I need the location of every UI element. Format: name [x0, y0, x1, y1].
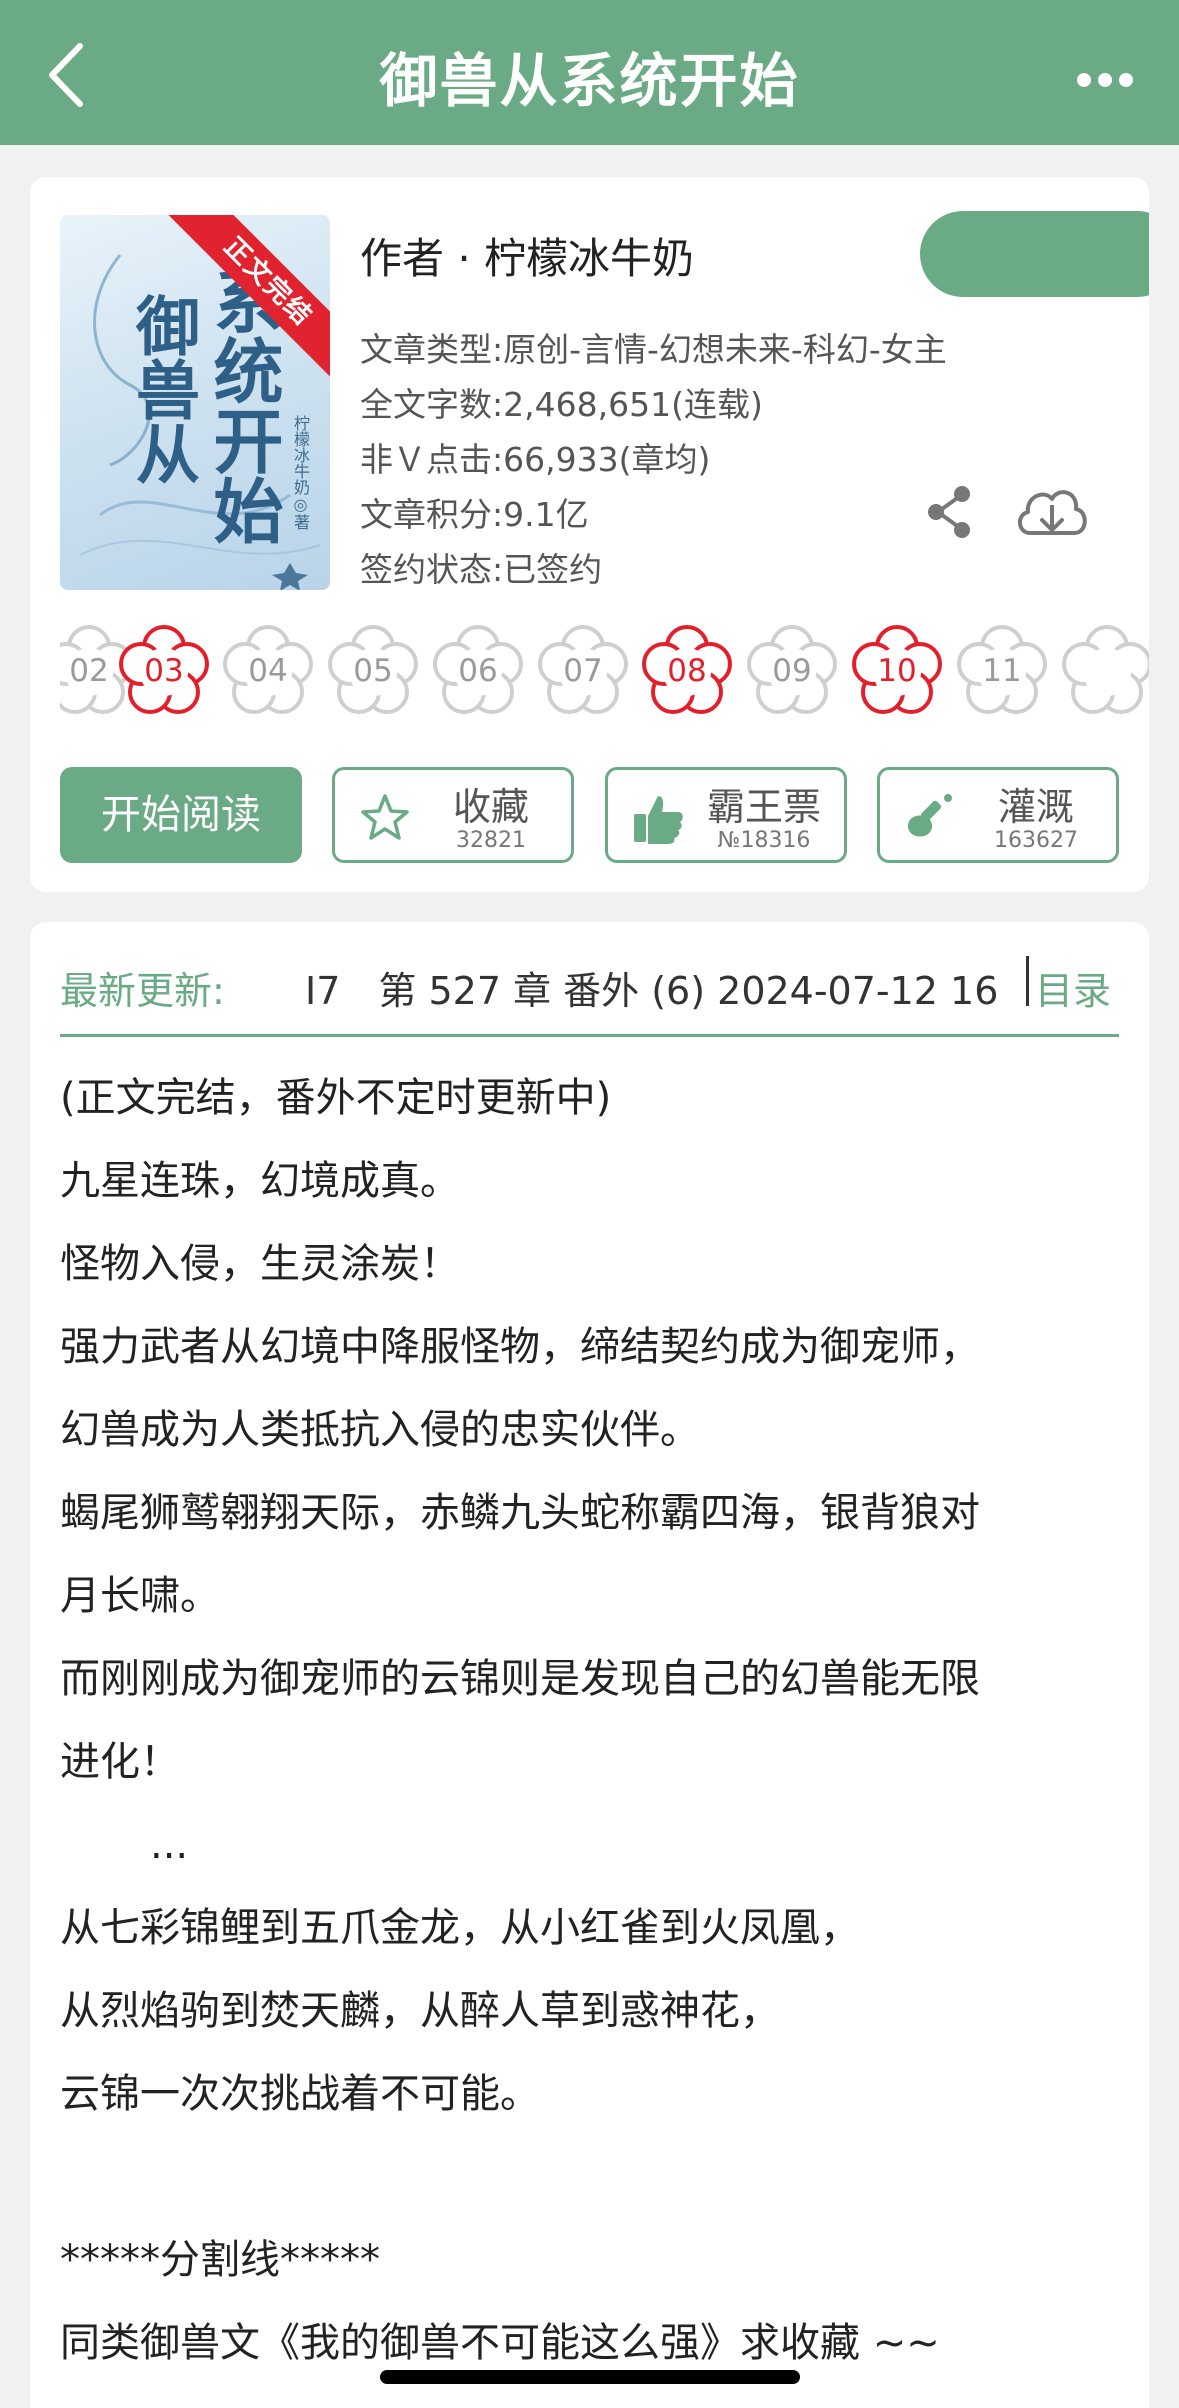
water-count: 163627: [994, 828, 1078, 853]
flower-badge: 10: [848, 622, 946, 720]
book-description: (正文完结，番外不定时更新中) 九星连珠，幻境成真。 怪物入侵，生灵涂炭！ 强力…: [60, 1057, 1140, 2385]
cloud-download-icon[interactable]: [1012, 477, 1090, 547]
flower-label: 06: [458, 653, 498, 689]
description-line: (正文完结，番外不定时更新中): [60, 1075, 612, 1121]
flower-badge: 05: [324, 622, 422, 720]
book-type: 文章类型:原创-言情-幻想未来-科幻-女主: [360, 330, 947, 369]
description-line: 怪物入侵，生灵涂炭！: [60, 1241, 460, 1287]
thumbs-up-icon: [634, 796, 683, 844]
book-description-card: 最新更新: I7 第 527 章 番外 (6) 2024-07-12 16 目录…: [30, 922, 1149, 2408]
flower-badge: 04: [219, 622, 317, 720]
flower-badge: 09: [743, 622, 841, 720]
flower-label: 11: [982, 653, 1022, 689]
description-line: 强力武者从幻境中降服怪物，缔结契约成为御宠师，: [60, 1324, 980, 1370]
ticket-button[interactable]: 霸王票 №18316: [605, 767, 847, 863]
description-line: 从七彩锦鲤到五爪金龙，从小红雀到火凤凰，: [60, 1905, 860, 1951]
star-icon: [361, 794, 409, 840]
description-line: [60, 2136, 1140, 2219]
description-line: 月长啸。: [60, 1573, 220, 1619]
start-reading-button[interactable]: 开始阅读: [60, 767, 302, 863]
flower-label: 07: [563, 653, 603, 689]
flower-badge: 03: [115, 622, 213, 720]
book-cover[interactable]: 御兽从 系统开始 柠檬冰牛奶◎著 正文完结: [60, 215, 330, 590]
favorite-button[interactable]: 收藏 32821: [332, 767, 574, 863]
water-label: 灌溉: [997, 785, 1074, 829]
flower-label: 10: [877, 653, 917, 689]
latest-chapter[interactable]: I7 第 527 章 番外 (6) 2024-07-12 16: [305, 960, 1010, 1015]
latest-update-bar[interactable]: 最新更新: I7 第 527 章 番外 (6) 2024-07-12 16 目录: [60, 952, 1119, 1013]
divider-bar: [1026, 956, 1029, 1006]
author-name[interactable]: 作者 · 柠檬冰牛奶: [360, 225, 694, 286]
cover-author: 柠檬冰牛奶◎著: [291, 415, 310, 530]
flower-badge: [1058, 622, 1149, 720]
ticket-count: №18316: [717, 828, 811, 853]
toc-link[interactable]: 目录: [1035, 960, 1111, 1015]
sign-status: 签约状态:已签约: [360, 550, 603, 589]
flower-label: 04: [248, 653, 288, 689]
description-line: 幻兽成为人类抵抗入侵的忠实伙伴。: [60, 1407, 700, 1453]
book-info-card: 御兽从 系统开始 柠檬冰牛奶◎著 正文完结 作者 · 柠檬冰牛奶 文章类型:原创…: [30, 177, 1149, 892]
latest-update-label: 最新更新:: [60, 969, 225, 1013]
flower-label: 05: [353, 653, 393, 689]
page-title: 御兽从系统开始: [379, 47, 800, 115]
watering-bottle-icon: [908, 794, 952, 837]
description-line: *****分割线*****: [60, 2237, 380, 2283]
water-button[interactable]: 灌溉 163627: [877, 767, 1119, 863]
flower-badge: 06: [429, 622, 527, 720]
flower-label: 08: [667, 653, 707, 689]
description-line: 九星连珠，幻境成真。: [60, 1158, 460, 1204]
description-line: 而刚刚成为御宠师的云锦则是发现自己的幻兽能无限: [60, 1656, 980, 1702]
click-count: 非Ｖ点击:66,933(章均): [360, 440, 711, 479]
book-score: 文章积分:9.1亿: [360, 495, 589, 534]
flower-badge: 07: [534, 622, 632, 720]
description-line: 蝎尾狮鹫翱翔天际，赤鳞九头蛇称霸四海，银背狼对: [60, 1490, 980, 1536]
share-icon[interactable]: [920, 482, 980, 542]
flower-badge: 08: [638, 622, 736, 720]
section-divider: [60, 1034, 1119, 1037]
flower-level-strip[interactable]: 02 03 04 05 06 07 08 09 10 11: [60, 622, 1149, 727]
word-count: 全文字数:2,468,651(连载): [360, 385, 763, 424]
description-line: 从烈焰驹到焚天麟，从醉人草到惑神花，: [60, 1988, 780, 2034]
favorite-label: 收藏: [452, 785, 529, 829]
flower-label: 09: [772, 653, 812, 689]
top-bar: 御兽从系统开始: [0, 0, 1179, 145]
more-dots-icon[interactable]: [1059, 36, 1149, 116]
flower-label: 03: [144, 653, 184, 689]
ticket-label: 霸王票: [706, 785, 821, 829]
description-line: 云锦一次次挑战着不可能。: [60, 2071, 540, 2117]
home-indicator[interactable]: [380, 2370, 800, 2384]
cover-title-col1: 御兽从: [125, 293, 200, 485]
description-line: 进化！: [60, 1739, 180, 1785]
description-line: ...: [150, 1822, 189, 1868]
green-pill-button[interactable]: [920, 211, 1149, 297]
favorite-count: 32821: [456, 828, 526, 853]
flower-badge: 11: [953, 622, 1051, 720]
